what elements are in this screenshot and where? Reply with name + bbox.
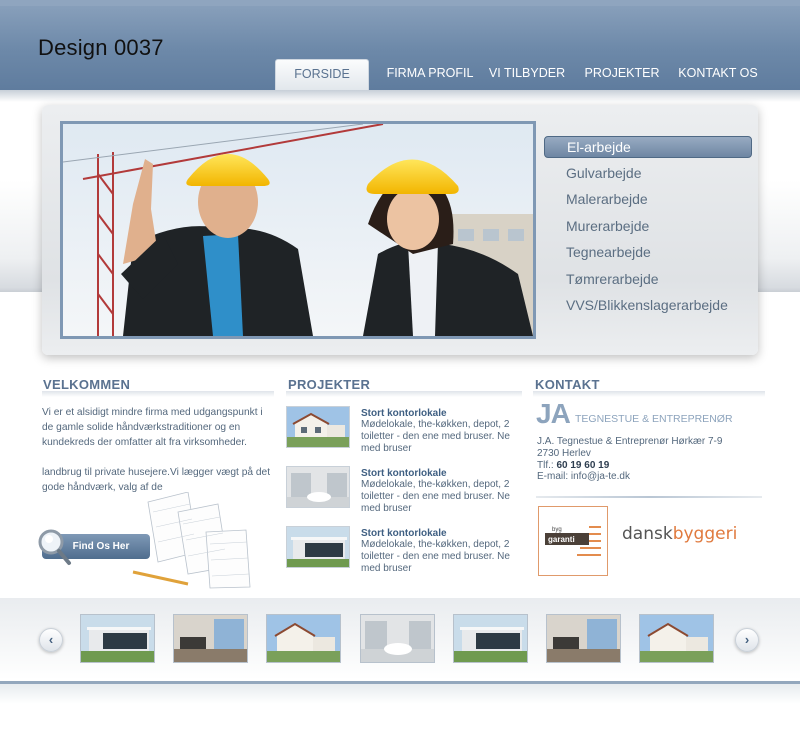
service-vvs[interactable]: VVS/Blikkenslagerarbejde [544, 294, 752, 320]
nav-projekter[interactable]: PROJEKTER [580, 59, 664, 90]
welcome-title: VELKOMMEN [43, 377, 131, 392]
carousel-prev-button[interactable]: ‹ [39, 628, 63, 652]
main-nav: FORSIDE FIRMA PROFIL VI TILBYDER PROJEKT… [0, 59, 800, 90]
header-shadow [0, 90, 800, 102]
contact-info: J.A. Tegnestue & Entreprenør Hørkær 7-9 … [537, 436, 767, 483]
carousel-thumb-4[interactable] [360, 614, 435, 663]
carousel-thumb-6[interactable] [546, 614, 621, 663]
carousel-thumb-7[interactable] [639, 614, 714, 663]
carousel-next-button[interactable]: › [735, 628, 759, 652]
contact-tlf: 60 19 60 19 [556, 459, 610, 471]
dansk-byggeri-logo[interactable]: danskbyggeri [622, 524, 737, 544]
project-thumb[interactable] [286, 406, 350, 448]
projects-rule [286, 391, 522, 397]
welcome-rule [42, 391, 274, 397]
project-item-3[interactable]: Stort kontorlokale Mødelokale, the-køkke… [286, 526, 526, 586]
byggeri-text: byggeri [672, 524, 738, 544]
carousel-thumb-1[interactable] [80, 614, 155, 663]
contact-city: 2730 Herlev [537, 447, 591, 459]
welcome-para-1: Vi er et alsidigt mindre firma med udgan… [42, 407, 263, 448]
services-menu: El-arbejde Gulvarbejde Malerarbejde Mure… [544, 136, 752, 320]
byggaranti-top: byg [552, 527, 562, 533]
welcome-para-2: landbrug til private husejere.Vi lægger … [42, 467, 271, 493]
project-title[interactable]: Stort kontorlokale [361, 468, 447, 479]
service-tegnearbejde[interactable]: Tegnearbejde [544, 241, 752, 267]
contact-email[interactable]: E-mail: info@ja-te.dk [537, 471, 767, 483]
header-top-line [0, 0, 800, 6]
project-desc: Mødelokale, the-køkken, depot, 2 toilett… [361, 539, 510, 574]
carousel-thumb-2[interactable] [173, 614, 248, 663]
dansk-text: dansk [622, 524, 673, 544]
nav-vi-tilbyder[interactable]: VI TILBYDER [486, 59, 568, 90]
project-desc: Mødelokale, the-køkken, depot, 2 toilett… [361, 479, 510, 514]
nav-forside[interactable]: FORSIDE [275, 59, 369, 90]
project-thumb[interactable] [286, 526, 350, 568]
byggaranti-logo[interactable]: byg garanti [538, 506, 608, 576]
service-el-arbejde[interactable]: El-arbejde [544, 136, 752, 158]
nav-firma-profil[interactable]: FIRMA PROFIL [380, 59, 480, 90]
project-title[interactable]: Stort kontorlokale [361, 408, 447, 419]
footer-shade [0, 684, 800, 704]
magnifier-icon [38, 529, 71, 565]
ja-logo: JA [536, 398, 571, 429]
byggaranti-main: garanti [548, 535, 575, 544]
contact-title: KONTAKT [535, 377, 600, 392]
contact-tlf-label: Tlf.: [537, 459, 557, 471]
header: Design 0037 FORSIDE FIRMA PROFIL VI TILB… [0, 0, 800, 90]
ja-logo-subtitle: TEGNESTUE & ENTREPRENØR [575, 413, 733, 425]
nav-kontakt-os[interactable]: KONTAKT OS [674, 59, 762, 90]
project-item-1[interactable]: Stort kontorlokale Mødelokale, the-køkke… [286, 406, 526, 466]
project-desc: Mødelokale, the-køkken, depot, 2 toilett… [361, 419, 510, 454]
carousel-thumb-3[interactable] [266, 614, 341, 663]
projects-title: PROJEKTER [288, 377, 371, 392]
hero-frame [60, 121, 536, 339]
hero-image [63, 124, 533, 336]
contact-rule [533, 391, 765, 397]
contact-address: J.A. Tegnestue & Entreprenør Hørkær 7-9 [537, 436, 723, 447]
contact-divider [536, 496, 762, 498]
project-item-2[interactable]: Stort kontorlokale Mødelokale, the-køkke… [286, 466, 526, 526]
service-malerarbejde[interactable]: Malerarbejde [544, 188, 752, 214]
service-tomrerarbejde[interactable]: Tømrerarbejde [544, 268, 752, 294]
project-title[interactable]: Stort kontorlokale [361, 528, 447, 539]
service-gulvarbejde[interactable]: Gulvarbejde [544, 162, 752, 188]
welcome-text: Vi er et alsidigt mindre firma med udgan… [42, 405, 272, 495]
carousel-thumb-5[interactable] [453, 614, 528, 663]
project-thumb[interactable] [286, 466, 350, 508]
service-murerarbejde[interactable]: Murerarbejde [544, 215, 752, 241]
site-title: Design 0037 [38, 35, 164, 60]
